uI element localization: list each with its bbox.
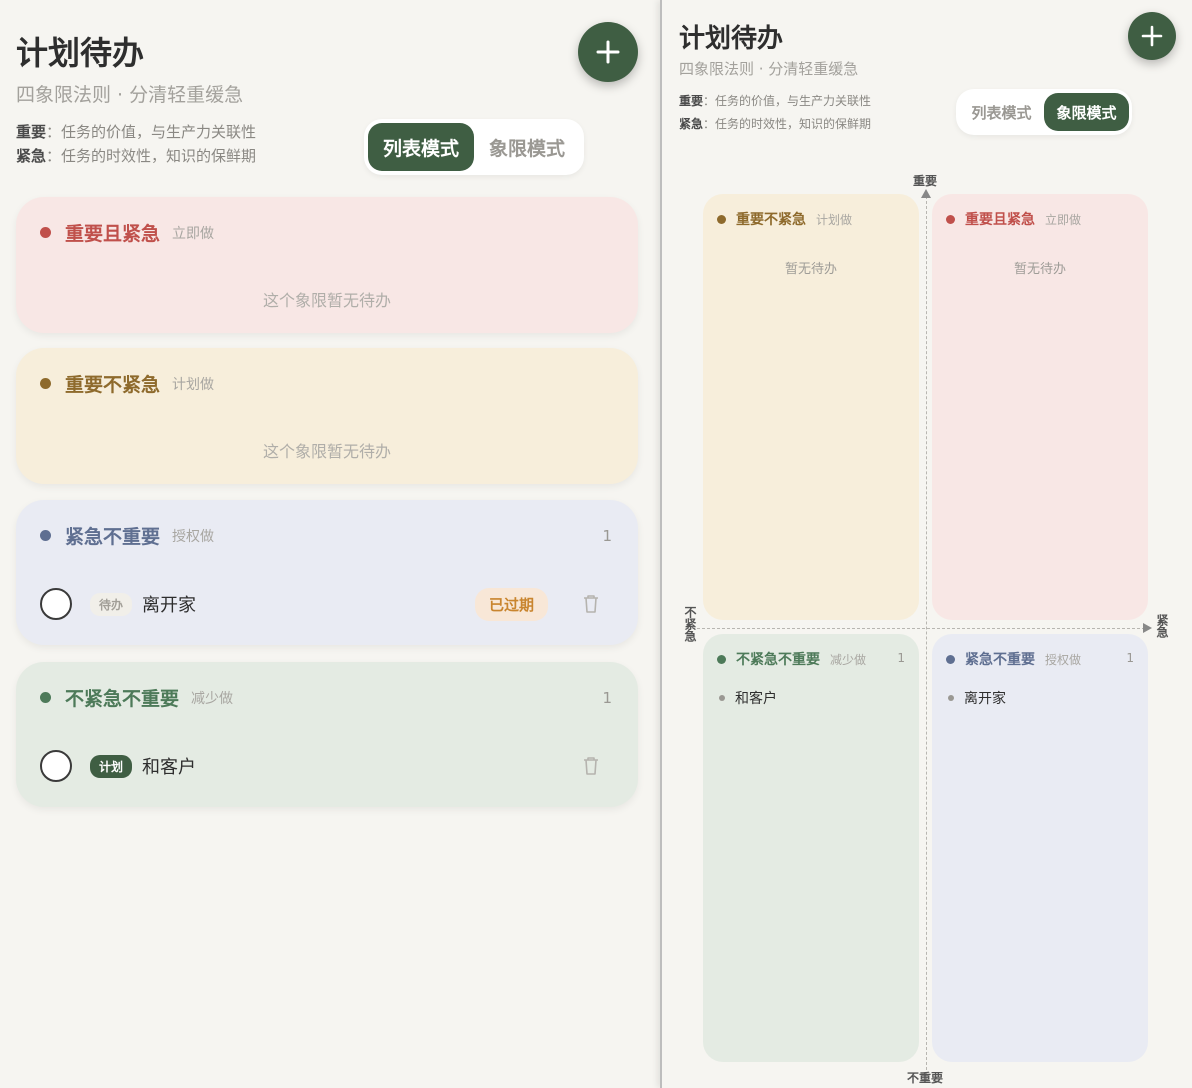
- quadrant-name: 紧急不重要: [965, 652, 1035, 668]
- quadrant-dot: [40, 530, 51, 541]
- page-subtitle: 四象限法则 · 分清轻重缓急: [16, 84, 244, 106]
- page-subtitle-right: 四象限法则 · 分清轻重缓急: [679, 60, 859, 78]
- quadrant-action: 立即做: [172, 225, 215, 242]
- task-title: 离开家: [964, 691, 1006, 707]
- task-row: 待办 离开家 已过期: [40, 586, 614, 622]
- quadrant-name: 不紧急不重要: [736, 652, 820, 668]
- view-mode-toggle-right: 列表模式 象限模式: [956, 89, 1132, 135]
- plus-icon: [1141, 25, 1163, 47]
- plus-icon: [596, 40, 620, 64]
- add-task-button[interactable]: [578, 22, 638, 82]
- task-count: 1: [1126, 651, 1134, 665]
- task-count: 1: [602, 689, 612, 707]
- delete-button[interactable]: [582, 756, 600, 780]
- card-header: 紧急不重要 授权做: [40, 522, 214, 549]
- quadrant-dot: [946, 214, 955, 224]
- task-title: 和客户: [735, 691, 777, 707]
- card-header: 重要且紧急 立即做: [40, 219, 214, 246]
- list-mode-button[interactable]: 列表模式: [959, 93, 1044, 131]
- quadrant-action: 减少做: [830, 652, 867, 667]
- definitions-right: 重要：任务的价值，与生产力关联性 紧急：任务的时效性，知识的保鲜期: [679, 90, 871, 136]
- quadrant-action: 减少做: [191, 690, 234, 707]
- quadrant-tile-urgent-not-important[interactable]: 紧急不重要 授权做 1 离开家: [932, 634, 1148, 1062]
- axis-label-urgent: 紧急: [1155, 614, 1169, 638]
- quadrant-header: 重要且紧急 立即做: [946, 209, 1081, 229]
- add-task-button-right[interactable]: [1128, 12, 1176, 60]
- bullet: [948, 695, 954, 701]
- quadrant-action: 计划做: [816, 212, 853, 227]
- page-title: 计划待办: [16, 34, 145, 72]
- quadrant-header: 不紧急不重要 减少做: [717, 649, 866, 669]
- task-item[interactable]: 和客户: [719, 688, 777, 708]
- task-row: 计划 和客户: [40, 748, 614, 784]
- axis-label-not-urgent: 不紧急: [683, 606, 697, 642]
- delete-button[interactable]: [582, 594, 600, 618]
- quadrant-card-important-not-urgent: 重要不紧急 计划做 这个象限暂无待办: [16, 348, 638, 484]
- definition-important: 重要：任务的价值，与生产力关联性: [679, 94, 872, 108]
- quadrant-name: 重要不紧急: [65, 374, 161, 396]
- overdue-badge: 已过期: [474, 587, 548, 621]
- quadrant-name: 重要且紧急: [965, 212, 1035, 228]
- arrow-right-icon: [1143, 623, 1152, 633]
- task-checkbox[interactable]: [40, 588, 72, 620]
- quadrant-name: 紧急不重要: [65, 526, 161, 548]
- quadrant-card-urgent-not-important: 紧急不重要 授权做 1 待办 离开家 已过期: [16, 500, 638, 645]
- card-header: 不紧急不重要 减少做: [40, 684, 233, 711]
- quadrant-name: 重要且紧急: [65, 223, 161, 245]
- quadrant-mode-button[interactable]: 象限模式: [1044, 93, 1129, 131]
- page-title-right: 计划待办: [679, 24, 784, 54]
- quadrant-dot: [946, 654, 955, 664]
- status-tag: 待办: [90, 592, 133, 616]
- empty-state: 这个象限暂无待办: [262, 291, 391, 310]
- quadrant-name: 不紧急不重要: [65, 688, 180, 710]
- task-title[interactable]: 离开家: [142, 591, 196, 617]
- empty-state: 暂无待办: [784, 262, 837, 277]
- quadrant-name: 重要不紧急: [736, 212, 806, 228]
- task-checkbox[interactable]: [40, 750, 72, 782]
- quadrant-dot: [717, 654, 726, 664]
- quadrant-action: 授权做: [172, 528, 215, 545]
- trash-icon: [584, 595, 598, 613]
- view-mode-toggle: 列表模式 象限模式: [364, 119, 584, 175]
- list-mode-panel: 计划待办 四象限法则 · 分清轻重缓急 重要：任务的价值，与生产力关联性 紧急：…: [0, 0, 656, 1088]
- vertical-axis: [926, 196, 927, 1080]
- quadrant-dot: [40, 378, 51, 389]
- task-item[interactable]: 离开家: [948, 688, 1006, 708]
- task-title[interactable]: 和客户: [142, 753, 196, 779]
- definition-urgent: 紧急：任务的时效性，知识的保鲜期: [679, 117, 872, 131]
- definitions: 重要：任务的价值，与生产力关联性 紧急：任务的时效性，知识的保鲜期: [16, 120, 256, 168]
- quadrant-dot: [717, 214, 726, 224]
- trash-icon: [584, 757, 598, 775]
- axis-label-important: 重要: [913, 174, 938, 188]
- status-tag: 计划: [90, 754, 133, 778]
- definition-urgent: 紧急：任务的时效性，知识的保鲜期: [16, 147, 257, 165]
- horizontal-axis: [697, 628, 1145, 629]
- quadrant-header: 重要不紧急 计划做: [717, 209, 852, 229]
- arrow-up-icon: [921, 189, 931, 198]
- quadrant-tile-urgent-important[interactable]: 重要且紧急 立即做 暂无待办: [932, 194, 1148, 620]
- quadrant-tile-important-not-urgent[interactable]: 重要不紧急 计划做 暂无待办: [703, 194, 919, 620]
- quadrant-tile-not-urgent-not-important[interactable]: 不紧急不重要 减少做 1 和客户: [703, 634, 919, 1062]
- list-mode-button[interactable]: 列表模式: [368, 123, 474, 171]
- quadrant-dot: [40, 692, 51, 703]
- definition-important: 重要：任务的价值，与生产力关联性: [16, 123, 257, 141]
- quadrant-dot: [40, 227, 51, 238]
- quadrant-action: 授权做: [1045, 652, 1082, 667]
- quadrant-card-urgent-important: 重要且紧急 立即做 这个象限暂无待办: [16, 197, 638, 333]
- quadrant-action: 立即做: [1045, 212, 1082, 227]
- quadrant-mode-button[interactable]: 象限模式: [474, 123, 580, 171]
- task-count: 1: [602, 527, 612, 545]
- quadrant-header: 紧急不重要 授权做: [946, 649, 1081, 669]
- bullet: [719, 695, 725, 701]
- empty-state: 暂无待办: [1013, 262, 1066, 277]
- quadrant-action: 计划做: [172, 376, 215, 393]
- axis-label-not-important: 不重要: [907, 1071, 944, 1085]
- task-count: 1: [897, 651, 905, 665]
- card-header: 重要不紧急 计划做: [40, 370, 214, 397]
- empty-state: 这个象限暂无待办: [262, 442, 391, 461]
- quadrant-card-not-urgent-not-important: 不紧急不重要 减少做 1 计划 和客户: [16, 662, 638, 807]
